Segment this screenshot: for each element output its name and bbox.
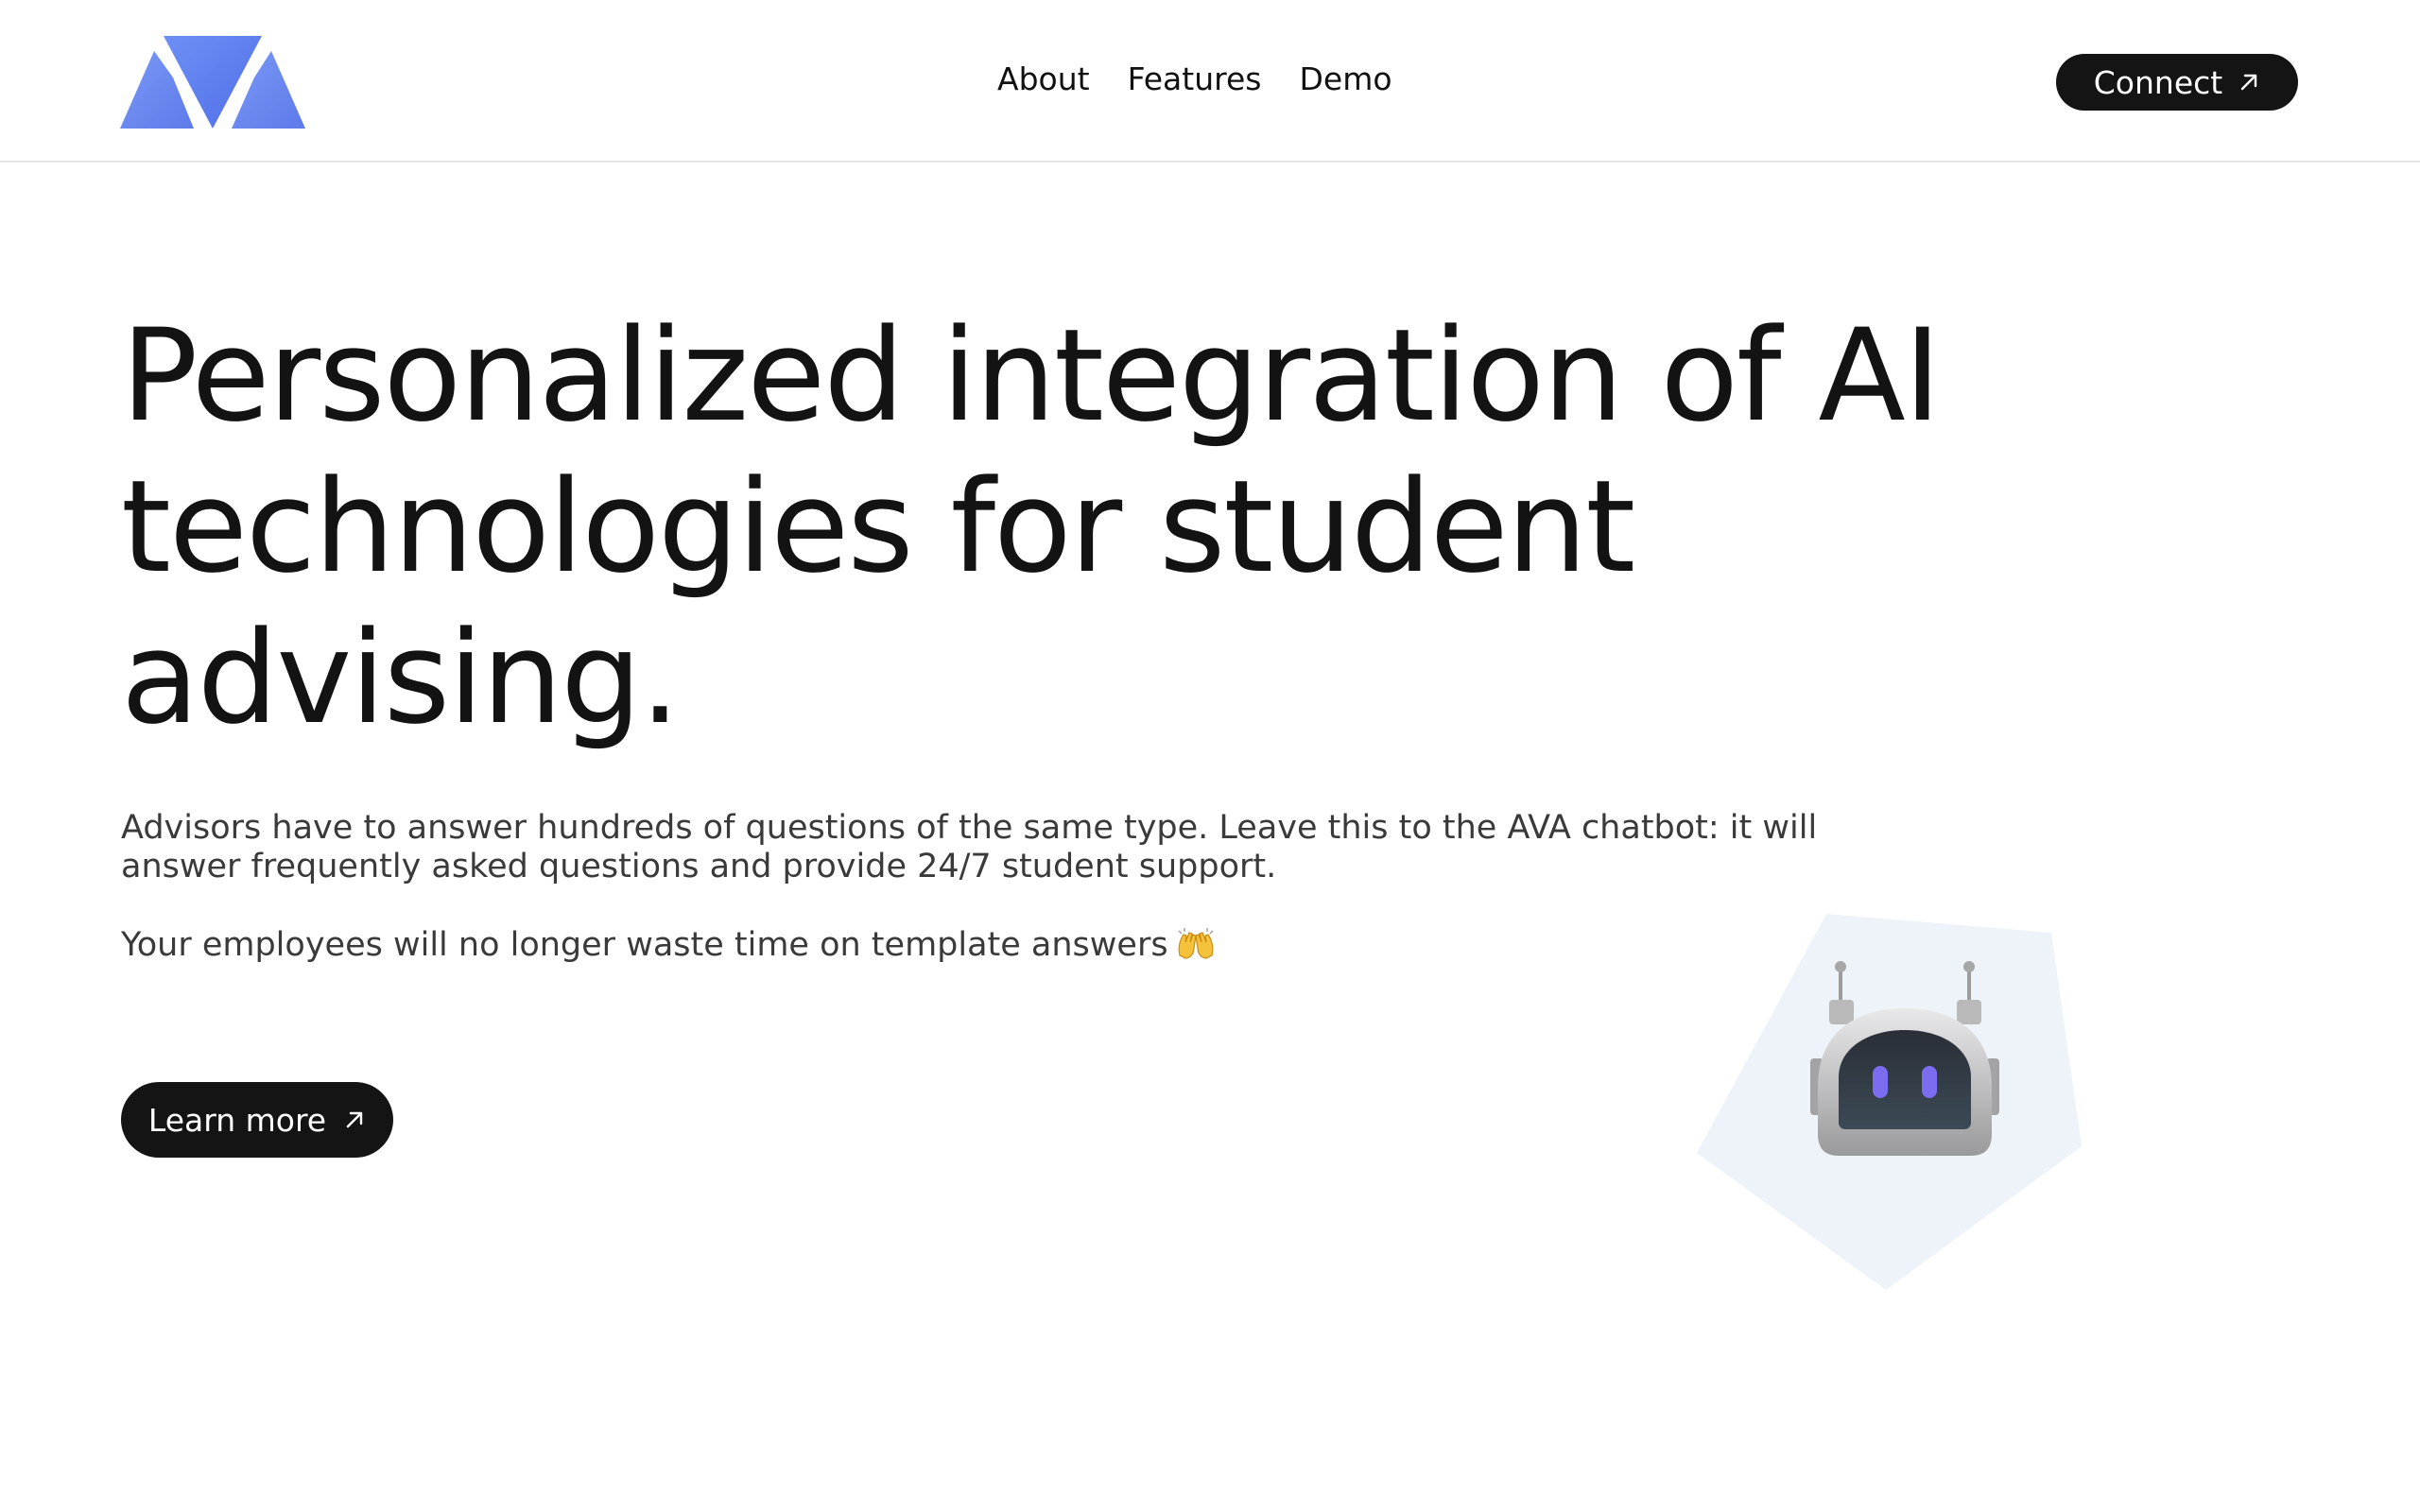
- connect-button-label: Connect: [2093, 63, 2223, 101]
- nav-about[interactable]: About: [997, 60, 1090, 97]
- site-header: About Features Demo Connect: [0, 0, 2420, 163]
- learn-more-button[interactable]: Learn more: [121, 1082, 393, 1158]
- hero-description: Advisors have to answer hundreds of ques…: [121, 809, 1818, 885]
- main-nav: About Features Demo: [997, 60, 1392, 97]
- hero-description-secondary: Your employees will no longer waste time…: [121, 926, 1539, 965]
- hero-description-secondary-text: Your employees will no longer waste time…: [121, 926, 1168, 964]
- arrow-up-right-icon: [2241, 74, 2257, 91]
- nav-demo[interactable]: Demo: [1299, 60, 1392, 97]
- arrow-up-right-icon: [346, 1111, 363, 1128]
- raised-hands-emoji-icon: [1178, 928, 1214, 959]
- connect-button[interactable]: Connect: [2056, 54, 2298, 111]
- nav-features[interactable]: Features: [1128, 60, 1262, 97]
- learn-more-label: Learn more: [147, 1101, 327, 1139]
- ava-logo[interactable]: [120, 34, 305, 130]
- robot-head-icon: [1697, 914, 2082, 1290]
- hero-headline: Personalized integration of AI technolog…: [121, 301, 1942, 752]
